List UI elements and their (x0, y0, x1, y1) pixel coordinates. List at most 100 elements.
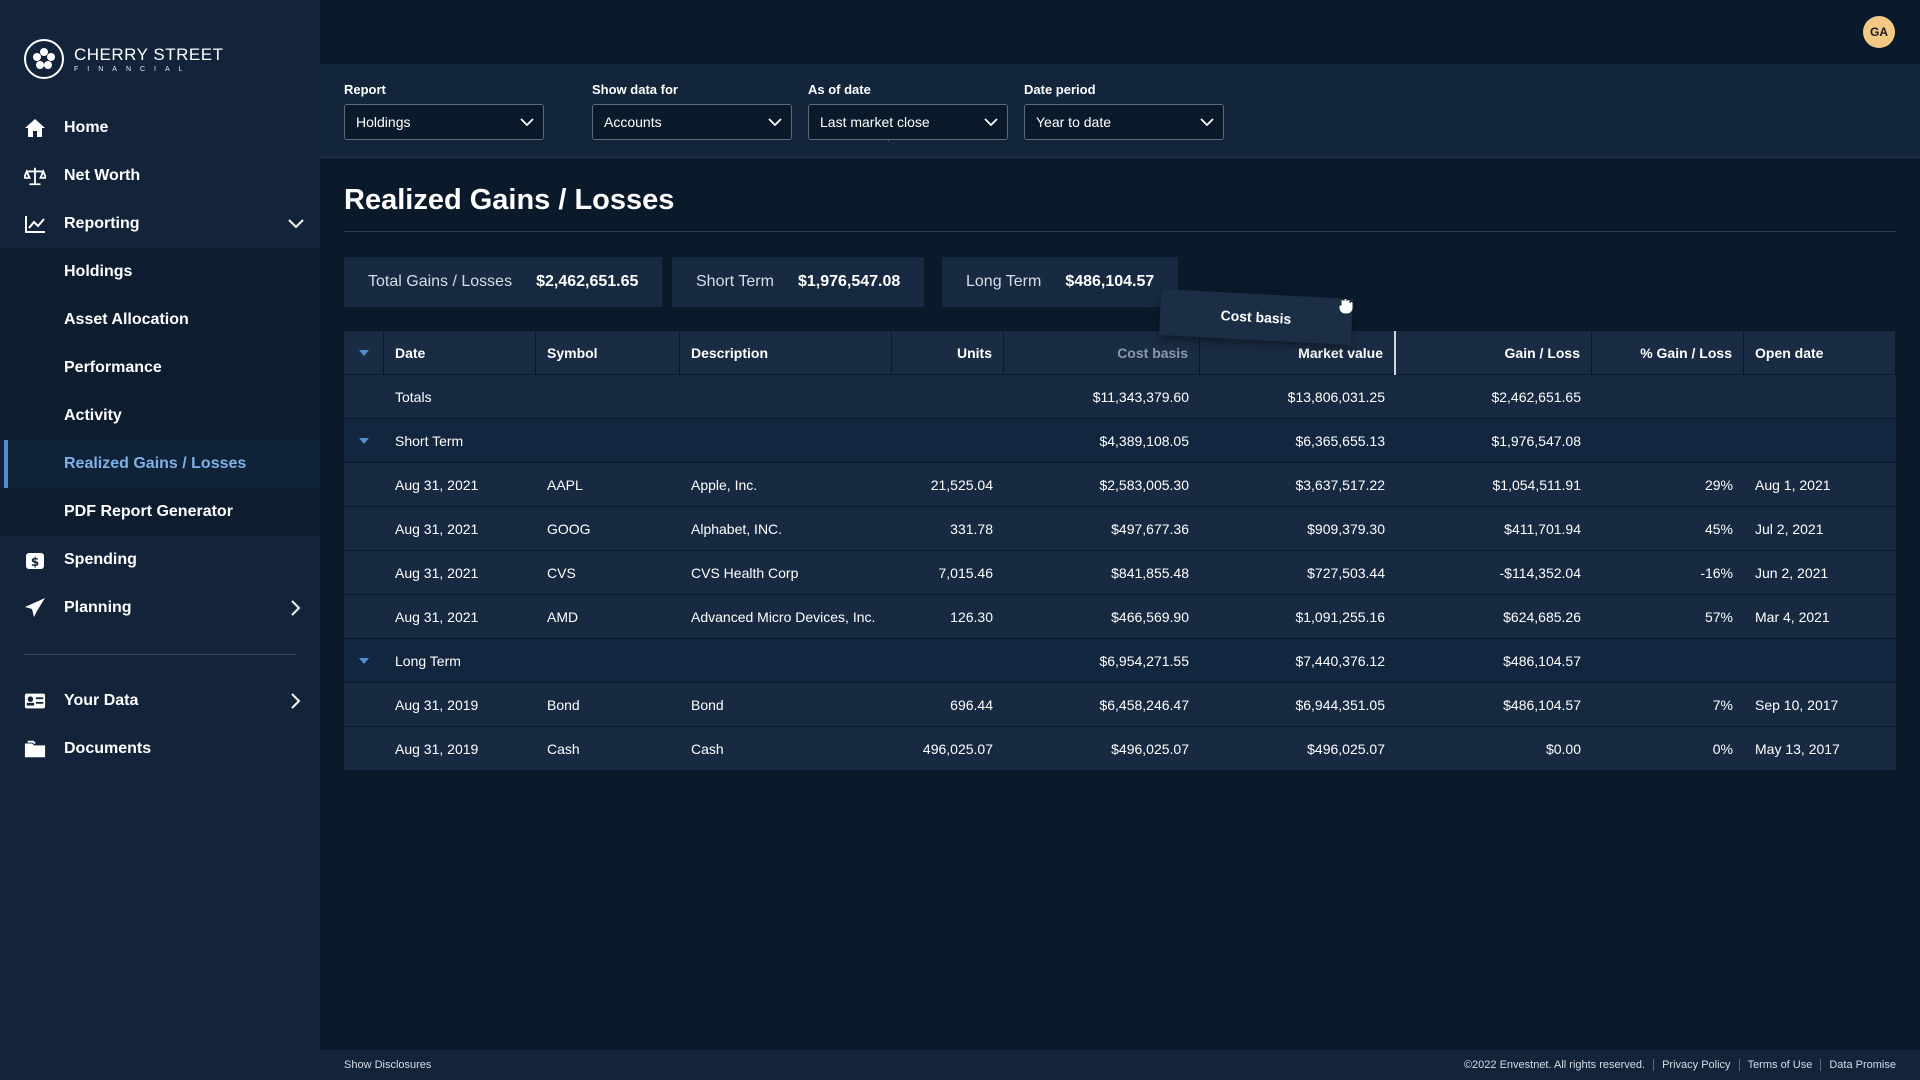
nav-documents[interactable]: Documents (0, 725, 320, 773)
collapse-all-toggle[interactable] (344, 330, 384, 375)
sidebar-item-holdings[interactable]: Holdings (0, 248, 320, 296)
nav-planning[interactable]: Planning (0, 584, 320, 632)
paper-plane-icon (24, 597, 46, 619)
cell-open-date: Jul 2, 2021 (1755, 520, 1824, 537)
show-data-for-filter: Show data for Accounts (592, 82, 792, 140)
col-units[interactable]: Units (892, 330, 1004, 375)
col-pct-gain-loss[interactable]: % Gain / Loss (1592, 330, 1744, 375)
group-toggle[interactable] (344, 657, 384, 664)
cell-units: 7,015.46 (938, 564, 994, 581)
cell-symbol: AMD (547, 608, 579, 625)
col-cost-basis[interactable]: Cost basis (1004, 330, 1200, 375)
col-date[interactable]: Date (384, 330, 536, 375)
cherry-blossom-icon (24, 39, 64, 79)
col-open-date[interactable]: Open date (1744, 330, 1896, 375)
nav-spending-label: Spending (64, 551, 137, 568)
nav-your-data-label: Your Data (64, 692, 139, 709)
cell-gain-loss: -$114,352.04 (1499, 564, 1581, 581)
group-gain-loss: $1,976,547.08 (1491, 432, 1581, 449)
cell-date: Aug 31, 2019 (395, 740, 479, 757)
sidebar-item-pdf-report-generator[interactable]: PDF Report Generator (0, 488, 320, 536)
report-select[interactable]: Holdings (344, 104, 544, 140)
col-symbol[interactable]: Symbol (536, 330, 680, 375)
date-period-value: Year to date (1036, 114, 1111, 130)
cell-date: Aug 31, 2021 (395, 608, 479, 625)
cell-pct-gain-loss: 29% (1704, 476, 1733, 493)
cell-gain-loss: $624,685.26 (1503, 608, 1581, 625)
nav-net-worth[interactable]: Net Worth (0, 152, 320, 200)
date-period-select[interactable]: Year to date (1024, 104, 1224, 140)
col-description[interactable]: Description (680, 330, 892, 375)
report-select-value: Holdings (356, 114, 411, 130)
col-gain-loss[interactable]: Gain / Loss (1396, 330, 1592, 375)
cell-market-value: $3,637,517.22 (1295, 476, 1385, 493)
scale-icon (24, 165, 46, 187)
cell-symbol: AAPL (547, 476, 583, 493)
show-data-for-select[interactable]: Accounts (592, 104, 792, 140)
table-row[interactable]: Aug 31, 2021 AMD Advanced Micro Devices,… (344, 595, 1896, 639)
sidebar-item-performance[interactable]: Performance (0, 344, 320, 392)
cell-symbol: Bond (547, 696, 580, 713)
avatar[interactable]: GA (1863, 16, 1895, 48)
cell-units: 496,025.07 (922, 740, 993, 757)
as-of-date-label: As of date (808, 82, 871, 97)
cell-pct-gain-loss: 0% (1712, 740, 1733, 757)
table-row[interactable]: Aug 31, 2021 GOOG Alphabet, INC. 331.78 … (344, 507, 1896, 551)
table-header: Date Symbol Description Units Cost basis… (344, 330, 1896, 375)
cell-cost-basis: $2,583,005.30 (1099, 476, 1189, 493)
chevron-down-icon (767, 114, 783, 130)
group-toggle[interactable] (344, 437, 384, 444)
caret-down-icon (358, 349, 369, 356)
svg-text:$: $ (31, 555, 39, 569)
chevron-down-icon[interactable] (284, 212, 308, 236)
cell-units: 331.78 (950, 520, 993, 537)
cell-date: Aug 31, 2021 (395, 520, 479, 537)
table-row[interactable]: Aug 31, 2021 CVS CVS Health Corp 7,015.4… (344, 551, 1896, 595)
nav-your-data[interactable]: Your Data (0, 677, 320, 725)
as-of-date-select[interactable]: Last market close (808, 104, 1008, 140)
totals-label: Totals (395, 388, 432, 405)
group-market-value: $6,365,655.13 (1295, 432, 1385, 449)
folder-icon (24, 738, 46, 760)
nav-reporting[interactable]: Reporting (0, 200, 320, 248)
data-promise-link[interactable]: Data Promise (1820, 1059, 1896, 1071)
line-chart-icon (24, 213, 46, 235)
brand-logo[interactable]: CHERRY STREET FINANCIAL (24, 38, 223, 80)
show-disclosures-link[interactable]: Show Disclosures (344, 1059, 431, 1071)
show-data-for-value: Accounts (604, 114, 662, 130)
chevron-right-icon[interactable] (284, 596, 308, 620)
nav-home[interactable]: Home (0, 104, 320, 152)
table-row[interactable]: Aug 31, 2021 AAPL Apple, Inc. 21,525.04 … (344, 463, 1896, 507)
cell-open-date: Aug 1, 2021 (1755, 476, 1831, 493)
privacy-policy-link[interactable]: Privacy Policy (1653, 1059, 1738, 1071)
nav-spending[interactable]: $ Spending (0, 536, 320, 584)
caret-down-icon (359, 437, 369, 444)
cell-gain-loss: $0.00 (1545, 740, 1581, 757)
cell-open-date: Mar 4, 2021 (1755, 608, 1830, 625)
group-row-short-term[interactable]: Short Term $4,389,108.05 $6,365,655.13 $… (344, 419, 1896, 463)
as-of-date-value: Last market close (820, 114, 930, 130)
sidebar-item-activity[interactable]: Activity (0, 392, 320, 440)
realized-gains-table: Date Symbol Description Units Cost basis… (344, 330, 1896, 771)
nav-reporting-label: Reporting (64, 215, 140, 232)
cell-open-date: Jun 2, 2021 (1755, 564, 1829, 581)
cell-cost-basis: $841,855.48 (1111, 564, 1189, 581)
table-row[interactable]: Aug 31, 2019 Bond Bond 696.44 $6,458,246… (344, 683, 1896, 727)
totals-gain-loss: $2,462,651.65 (1491, 388, 1581, 405)
group-row-long-term[interactable]: Long Term $6,954,271.55 $7,440,376.12 $4… (344, 639, 1896, 683)
cell-date: Aug 31, 2021 (395, 476, 479, 493)
id-card-icon (24, 690, 46, 712)
sidebar-item-realized-gains-losses[interactable]: Realized Gains / Losses (0, 440, 320, 488)
page-title: Realized Gains / Losses (344, 184, 675, 216)
cell-description: CVS Health Corp (691, 564, 799, 581)
cell-open-date: May 13, 2017 (1755, 740, 1840, 757)
date-period-label: Date period (1024, 82, 1096, 97)
terms-of-use-link[interactable]: Terms of Use (1738, 1059, 1821, 1071)
sidebar-item-asset-allocation[interactable]: Asset Allocation (0, 296, 320, 344)
cell-description: Advanced Micro Devices, Inc. (691, 608, 876, 625)
chevron-right-icon[interactable] (284, 689, 308, 713)
cell-pct-gain-loss: 57% (1704, 608, 1733, 625)
table-row[interactable]: Aug 31, 2019 Cash Cash 496,025.07 $496,0… (344, 727, 1896, 771)
group-label: Short Term (395, 432, 464, 449)
nav-home-label: Home (64, 119, 109, 136)
